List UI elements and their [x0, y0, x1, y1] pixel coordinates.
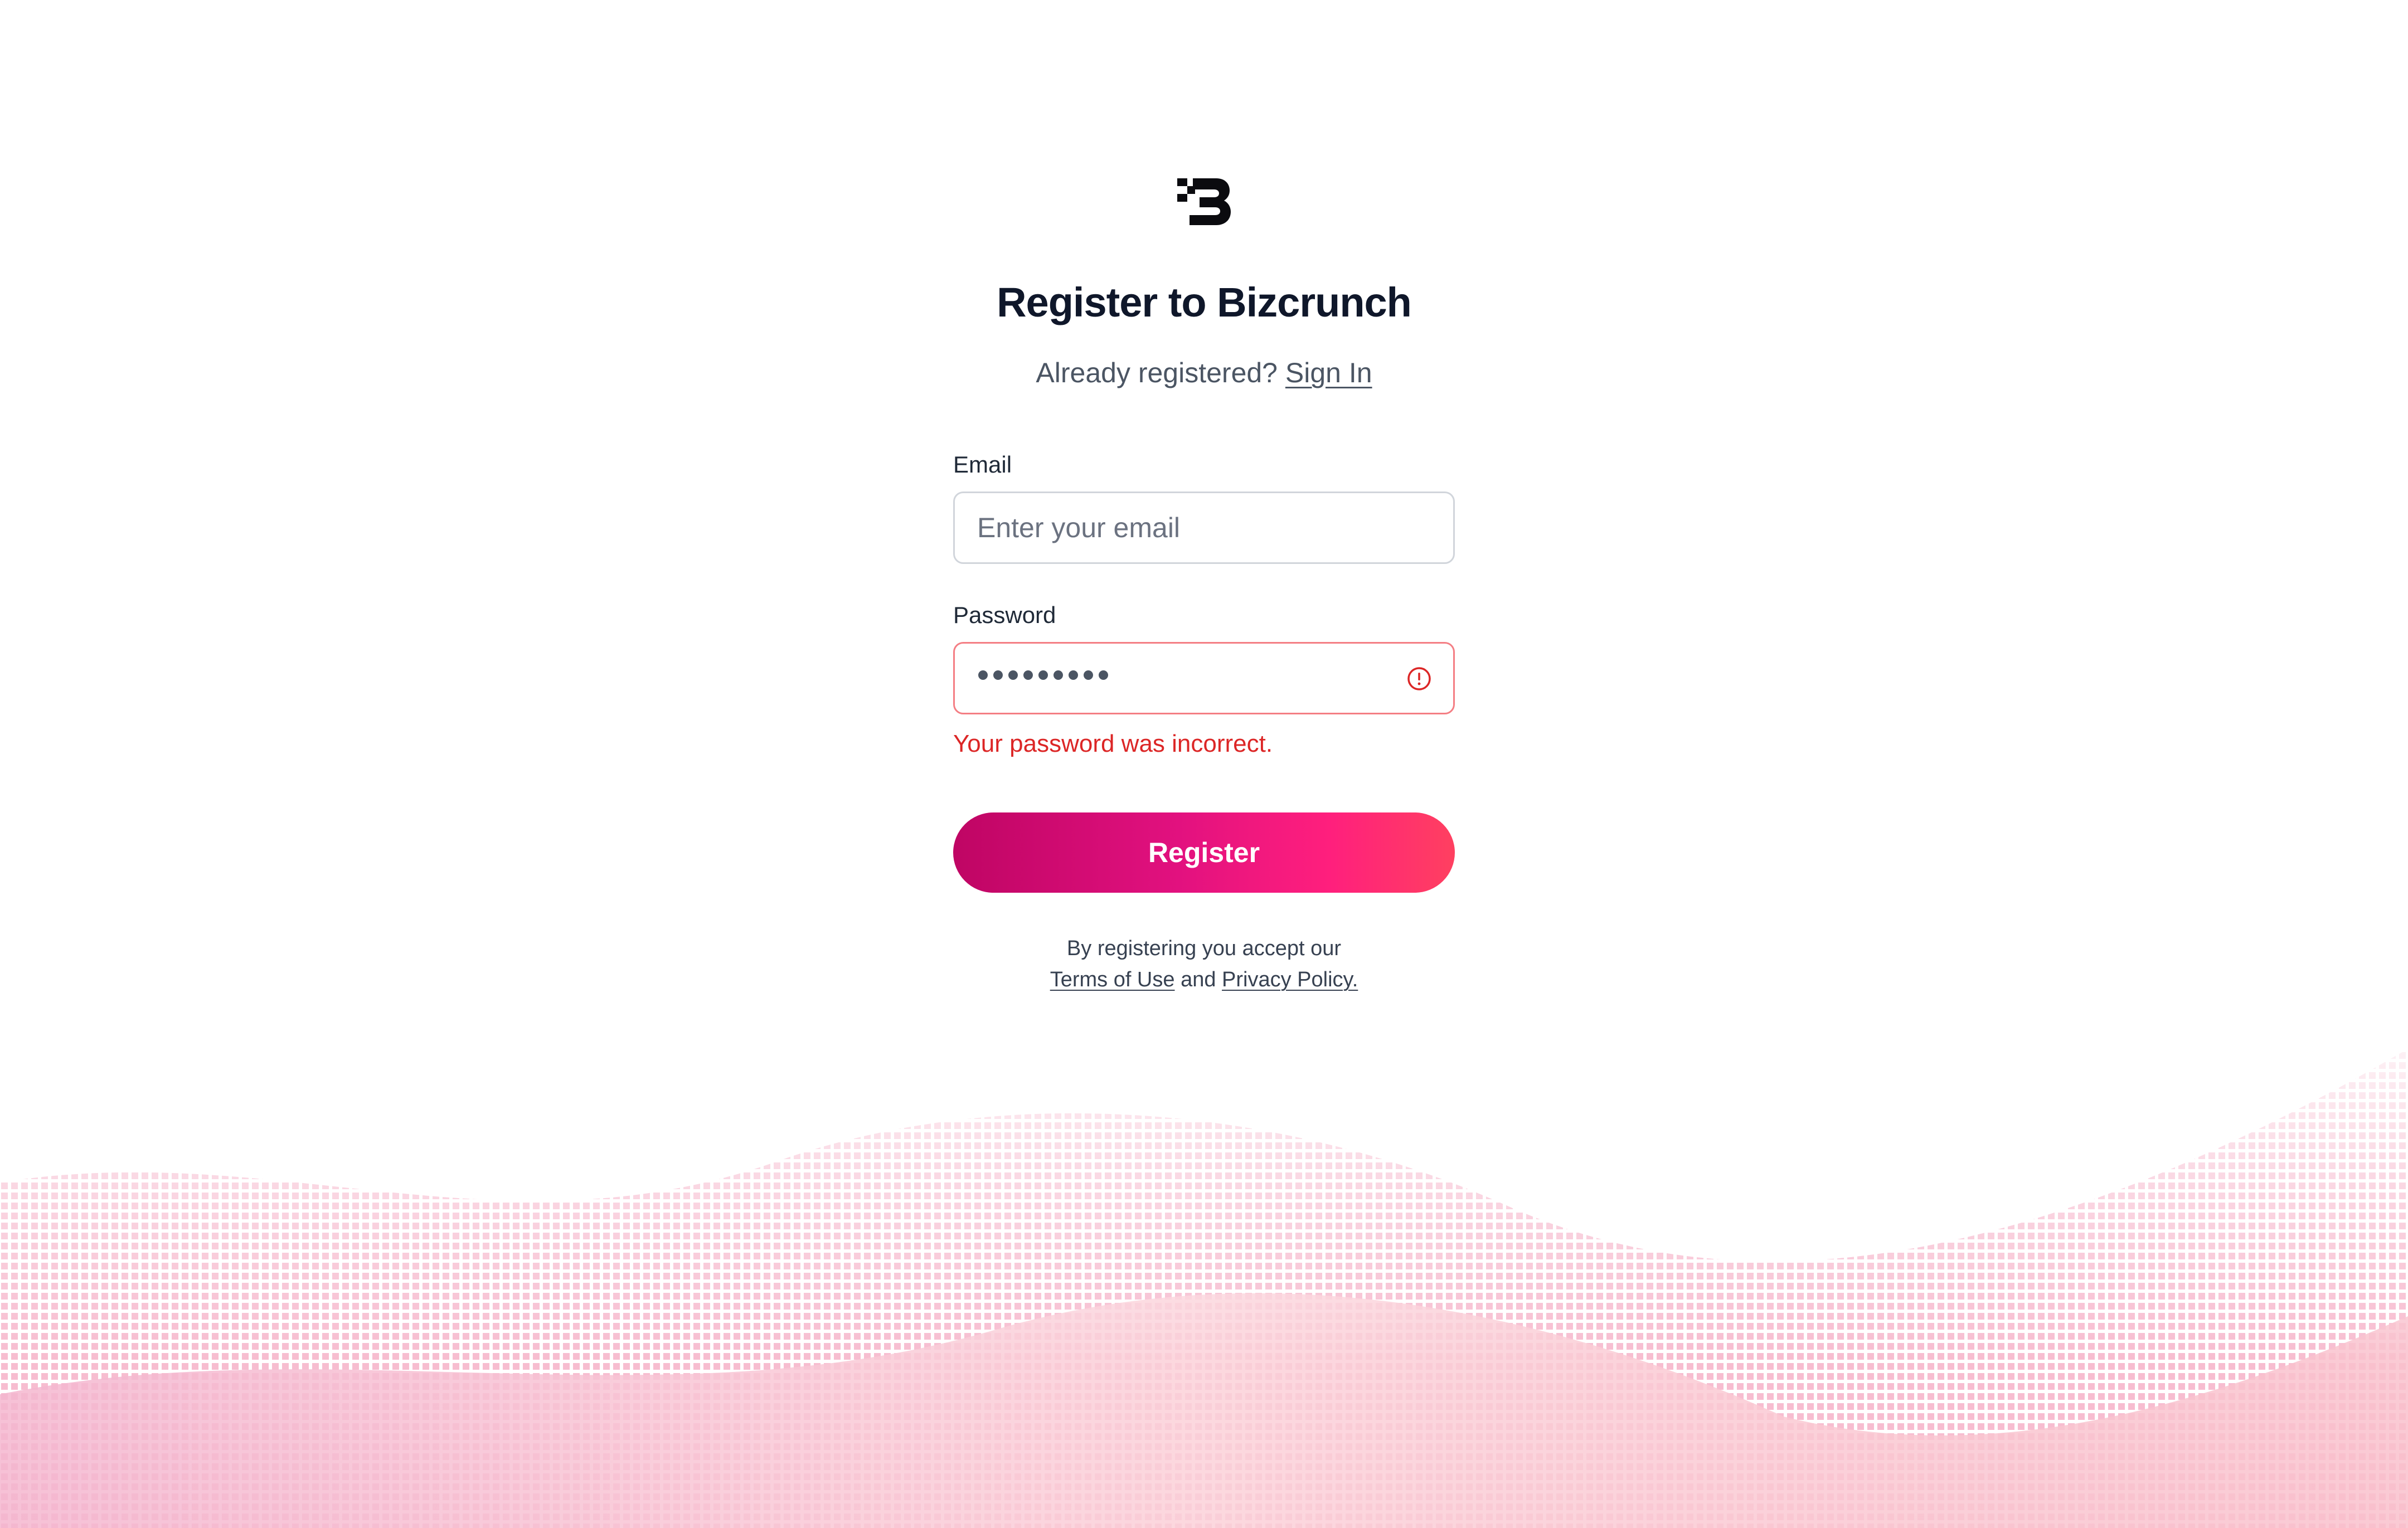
password-mask-dot	[1069, 670, 1078, 680]
legal-links: Terms of Use and Privacy Policy.	[953, 964, 1455, 995]
password-field[interactable]	[953, 642, 1455, 714]
sign-in-link[interactable]: Sign In	[1285, 357, 1372, 388]
password-mask-dot	[1038, 670, 1048, 680]
password-mask-dot	[1054, 670, 1063, 680]
bizcrunch-logo-icon	[1177, 178, 1231, 225]
privacy-policy-link[interactable]: Privacy Policy.	[1222, 968, 1358, 991]
legal-prefix: By registering you accept our	[1066, 937, 1342, 960]
legal-conjunction: and	[1181, 968, 1216, 991]
password-label: Password	[953, 602, 1056, 628]
email-input[interactable]	[977, 493, 1401, 562]
terms-of-use-link[interactable]: Terms of Use	[1050, 968, 1175, 991]
already-registered-text: Already registered?	[1036, 357, 1278, 388]
email-label: Email	[953, 451, 1012, 478]
alert-circle-icon	[1407, 667, 1431, 690]
sign-in-prompt: Already registered? Sign In	[953, 357, 1455, 389]
password-mask-dot	[1008, 670, 1018, 680]
password-mask-dot	[1099, 670, 1108, 680]
password-mask-dot	[1023, 670, 1033, 680]
password-error-message: Your password was incorrect.	[953, 730, 1273, 757]
page-title: Register to Bizcrunch	[997, 279, 1412, 325]
legal-notice: By registering you accept our Terms of U…	[953, 933, 1455, 995]
password-masked-value	[978, 670, 1108, 680]
password-mask-dot	[1084, 670, 1093, 680]
halftone-background	[0, 971, 2408, 1528]
email-field-wrapper	[953, 492, 1455, 564]
password-mask-dot	[993, 670, 1003, 680]
password-mask-dot	[978, 670, 988, 680]
register-button[interactable]: Register	[953, 812, 1455, 893]
